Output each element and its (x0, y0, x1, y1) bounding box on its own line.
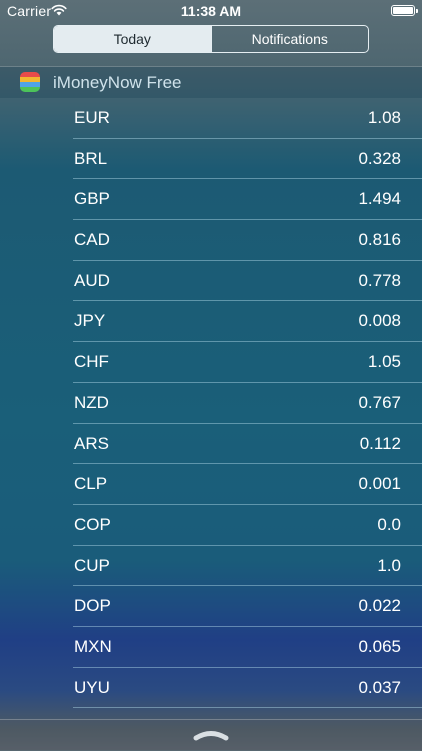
currency-code: EUR (74, 108, 110, 127)
currency-rate-value: 0.037 (358, 677, 401, 697)
widget-title: iMoneyNow Free (53, 73, 182, 92)
currency-rate-value: 0.008 (358, 311, 401, 331)
currency-code: CHF (74, 352, 109, 372)
rate-row[interactable]: DOP 0.022 (73, 586, 422, 627)
currency-code: UYU (74, 677, 110, 697)
rate-row[interactable]: MXN 0.065 (73, 627, 422, 668)
bottom-bar (0, 719, 422, 751)
rate-row[interactable]: ARS 0.112 (73, 424, 422, 465)
currency-code: CUP (74, 555, 110, 575)
rate-row[interactable]: BRL 0.328 (73, 139, 422, 180)
rate-row[interactable]: AUD 0.778 (73, 261, 422, 302)
currency-code: COP (74, 514, 111, 534)
rate-row[interactable]: EUR 1.08 (73, 98, 422, 139)
rate-row[interactable]: COP 0.0 (73, 505, 422, 546)
app-icon-band (20, 87, 40, 92)
status-time: 11:38 AM (180, 3, 242, 19)
currency-code: GBP (74, 189, 110, 209)
tab-notifications[interactable]: Notifications (210, 26, 369, 52)
currency-rate-value: 0.0 (377, 514, 401, 534)
currency-rate-list: EUR 1.08 BRL 0.328 GBP 1.494 CAD 0.816 AUD 0.778 J… (73, 98, 422, 709)
rate-row[interactable]: NZD 0.767 (73, 383, 422, 424)
currency-rate-value: 0.022 (358, 596, 401, 616)
currency-code: DOP (74, 596, 111, 616)
currency-rate-value: 1.0 (377, 555, 401, 575)
close-handle-icon[interactable] (193, 728, 229, 742)
currency-code: CLP (74, 474, 108, 494)
currency-rate-value: 0.816 (358, 230, 401, 250)
currency-rate-value: 1.05 (367, 352, 401, 372)
currency-code: NZD (74, 392, 109, 412)
segmented-control: Today Notifications (53, 25, 369, 53)
currency-rate-value: 1.08 (367, 108, 401, 127)
tab-today[interactable]: Today (54, 26, 211, 52)
status-bar: Carrier 11:38 AM (0, 0, 422, 22)
currency-code: ARS (74, 433, 109, 453)
currency-code: MXN (74, 636, 112, 656)
currency-rate-value: 0.001 (358, 474, 401, 494)
rate-row[interactable]: CLP 0.001 (73, 464, 422, 505)
currency-rate-value: 0.112 (359, 433, 401, 453)
rate-row[interactable]: JPY 0.008 (73, 301, 422, 343)
currency-code: BRL (74, 148, 108, 168)
currency-rate-value: 0.328 (358, 148, 401, 168)
battery-icon (391, 5, 418, 16)
currency-rate-value: 0.778 (358, 270, 401, 290)
currency-code: CAD (74, 230, 110, 250)
currency-code: JPY (74, 311, 106, 331)
currency-rate-value: 0.065 (358, 636, 401, 656)
currency-rate-value: 1.494 (358, 189, 401, 209)
rate-row[interactable]: GBP 1.494 (73, 179, 422, 221)
currency-rate-value: 0.767 (358, 392, 401, 412)
rate-row[interactable]: CHF 1.05 (73, 342, 422, 383)
imoneynow-app-icon (20, 72, 40, 92)
rate-row[interactable]: CUP 1.0 (73, 546, 422, 587)
widget-header[interactable]: iMoneyNow Free (0, 67, 422, 98)
rate-row[interactable]: CAD 0.816 (73, 220, 422, 261)
rate-row[interactable]: UYU 0.037 (73, 668, 422, 709)
currency-code: AUD (74, 270, 110, 290)
